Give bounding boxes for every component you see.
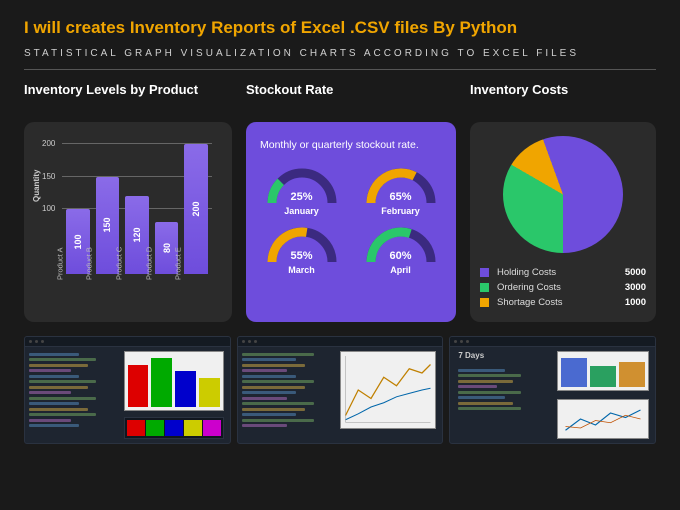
pie-legend: Holding Costs5000Ordering Costs3000Short…	[480, 263, 646, 312]
chart-title: Inventory Costs	[470, 82, 656, 114]
gauge-value: 60%	[362, 250, 440, 262]
legend-row: Holding Costs5000	[480, 267, 646, 278]
chart-title: Stockout Rate	[246, 82, 456, 114]
x-tick: Product A	[56, 247, 65, 280]
ide-screenshot	[237, 336, 444, 444]
mini-bar-chart	[124, 351, 224, 411]
legend-name: Shortage Costs	[497, 297, 625, 308]
gauge-label: April	[355, 265, 446, 275]
col-stockout-rate: Stockout Rate Monthly or quarterly stock…	[246, 82, 456, 322]
col-inventory-levels: Inventory Levels by Product Quantity 100…	[24, 82, 232, 322]
x-tick: Product D	[144, 247, 153, 280]
gauge-panel: Monthly or quarterly stockout rate. 25% J…	[246, 122, 456, 322]
page-headline: I will creates Inventory Reports of Exce…	[24, 18, 656, 38]
gauge-item: 65% February	[355, 163, 446, 216]
y-axis-label: Quantity	[32, 170, 41, 202]
bar-value: 150	[102, 218, 112, 233]
gauge-item: 25% January	[256, 163, 347, 216]
mini-line-chart	[340, 351, 436, 429]
mini-bar-chart	[557, 351, 649, 391]
mini-title: 7 Days	[458, 351, 484, 360]
col-inventory-costs: Inventory Costs Holding Costs5000Orderin…	[470, 82, 656, 322]
bar: 200Product E	[184, 144, 208, 274]
bar-value: 80	[162, 243, 172, 253]
legend-row: Shortage Costs1000	[480, 297, 646, 308]
screenshots-strip: 7 Days	[24, 336, 656, 444]
gauge-label: January	[256, 206, 347, 216]
legend-swatch	[480, 298, 489, 307]
legend-swatch	[480, 283, 489, 292]
chart-title: Inventory Levels by Product	[24, 82, 232, 114]
y-tick: 150	[42, 172, 55, 181]
mini-palette	[124, 417, 224, 439]
gauge-item: 55% March	[256, 222, 347, 275]
x-tick: Product B	[85, 247, 94, 280]
legend-swatch	[480, 268, 489, 277]
pie-panel: Holding Costs5000Ordering Costs3000Short…	[470, 122, 656, 322]
gauge-value: 65%	[362, 191, 440, 203]
legend-name: Holding Costs	[497, 267, 625, 278]
page-subhead: STATISTICAL GRAPH VISUALIZATION CHARTS A…	[24, 48, 656, 59]
legend-name: Ordering Costs	[497, 282, 625, 293]
divider	[24, 69, 656, 70]
gauge-label: February	[355, 206, 446, 216]
legend-row: Ordering Costs3000	[480, 282, 646, 293]
legend-value: 1000	[625, 297, 646, 308]
x-tick: Product E	[174, 247, 183, 280]
gauge-label: March	[256, 265, 347, 275]
bar-chart-panel: Quantity 100 150 200 100 Product A 150 Product…	[24, 122, 232, 322]
x-tick: Product C	[114, 247, 123, 280]
y-tick: 100	[42, 204, 55, 213]
y-tick: 200	[42, 139, 55, 148]
ide-screenshot	[24, 336, 231, 444]
gauge-value: 25%	[263, 191, 341, 203]
gauge-value: 55%	[263, 250, 341, 262]
mini-line-chart	[557, 399, 649, 439]
gauge-subtitle: Monthly or quarterly stockout rate.	[260, 138, 442, 153]
gauge-item: 60% April	[355, 222, 446, 275]
legend-value: 3000	[625, 282, 646, 293]
bar-value: 120	[132, 228, 142, 243]
bar-value: 200	[191, 202, 201, 217]
pie-chart	[503, 136, 623, 253]
legend-value: 5000	[625, 267, 646, 278]
bar-value: 100	[73, 234, 83, 249]
ide-screenshot: 7 Days	[449, 336, 656, 444]
charts-row: Inventory Levels by Product Quantity 100…	[24, 82, 656, 322]
